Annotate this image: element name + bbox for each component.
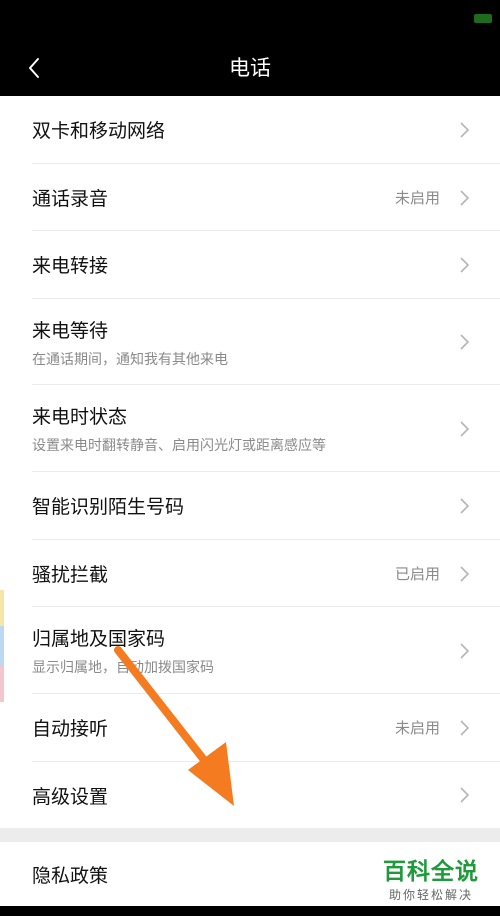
row-description: 设置来电时翻转静音、启用闪光灯或距离感应等 [32, 438, 326, 454]
row-harassment-blocking[interactable]: 骚扰拦截 已启用 [0, 540, 500, 607]
watermark-title: 百科全说 [383, 859, 479, 885]
row-description: 在通话期间，通知我有其他来电 [32, 352, 228, 368]
chevron-right-icon [460, 334, 470, 350]
settings-list: 双卡和移动网络 通话录音 未启用 来电转接 来电等待 在通话期间，通知我有其他来… [0, 96, 500, 828]
battery-icon [474, 14, 492, 23]
row-label: 来电转接 [32, 255, 109, 277]
edge-strip-blue [0, 626, 4, 666]
row-label: 智能识别陌生号码 [32, 496, 185, 518]
title-bar: 电话 [0, 40, 500, 96]
watermark-logo: 百科全说 助你轻松解决 [370, 852, 492, 908]
row-call-recording[interactable]: 通话录音 未启用 [0, 164, 500, 231]
chevron-right-icon [460, 421, 470, 437]
chevron-right-icon [460, 190, 470, 206]
row-label: 高级设置 [32, 786, 109, 808]
row-advanced-settings[interactable]: 高级设置 [0, 762, 500, 828]
row-label: 隐私政策 [32, 865, 109, 887]
row-dual-sim-network[interactable]: 双卡和移动网络 [0, 96, 500, 164]
row-status-value: 未启用 [394, 719, 440, 737]
row-status-value: 未启用 [394, 189, 440, 207]
row-auto-answer[interactable]: 自动接听 未启用 [0, 694, 500, 762]
row-label: 骚扰拦截 [32, 564, 109, 586]
row-label: 通话录音 [32, 188, 109, 210]
chevron-right-icon [460, 643, 470, 659]
edge-strip-yellow [0, 590, 4, 626]
row-status-value: 已启用 [394, 565, 440, 583]
row-smart-caller-id[interactable]: 智能识别陌生号码 [0, 472, 500, 540]
row-call-forwarding[interactable]: 来电转接 [0, 231, 500, 299]
chevron-right-icon [460, 122, 470, 138]
edge-strip-pink [0, 666, 4, 702]
section-gap [0, 828, 500, 842]
chevron-right-icon [460, 257, 470, 273]
row-incoming-call-status[interactable]: 来电时状态 设置来电时翻转静音、启用闪光灯或距离感应等 [0, 385, 500, 472]
row-label: 来电时状态 [32, 406, 128, 428]
chevron-right-icon [460, 720, 470, 736]
chevron-right-icon [460, 787, 470, 803]
row-label: 归属地及国家码 [32, 628, 166, 650]
page-title: 电话 [229, 56, 271, 80]
chevron-right-icon [460, 498, 470, 514]
status-bar [0, 0, 500, 40]
row-location-country-code[interactable]: 归属地及国家码 显示归属地，自动加拨国家码 [0, 607, 500, 694]
watermark-subtitle: 助你轻松解决 [388, 888, 473, 902]
row-label: 双卡和移动网络 [32, 120, 166, 142]
row-call-waiting[interactable]: 来电等待 在通话期间，通知我有其他来电 [0, 299, 500, 385]
chevron-right-icon [460, 566, 470, 582]
row-description: 显示归属地，自动加拨国家码 [32, 660, 214, 676]
row-label: 自动接听 [32, 718, 109, 740]
row-label: 来电等待 [32, 320, 109, 342]
